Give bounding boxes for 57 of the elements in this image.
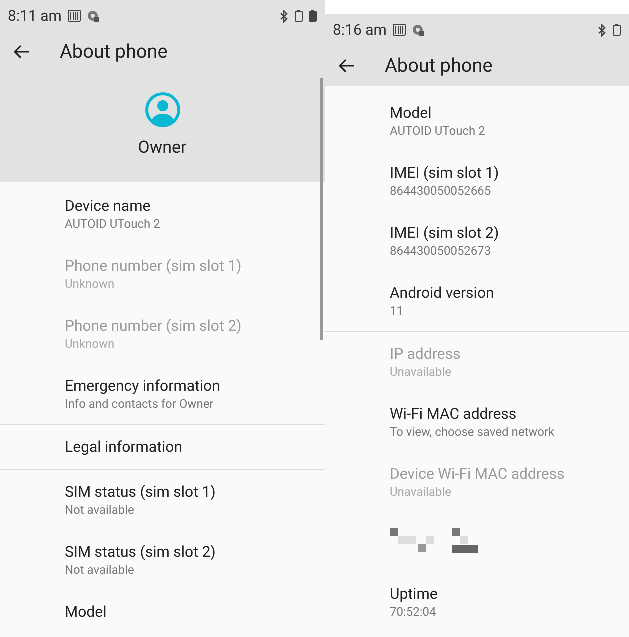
settings-item[interactable]: IMEI (sim slot 2) 864430050052673 (325, 211, 629, 271)
settings-item[interactable]: SIM status (sim slot 2) Not available (0, 530, 325, 590)
settings-item[interactable]: Emergency information Info and contacts for Owner (0, 364, 325, 424)
item-title: Phone number (sim slot 2) (65, 316, 243, 336)
item-summary: Not available (65, 562, 136, 578)
status-time: 8:16 am (333, 20, 387, 41)
bluetooth-icon (280, 10, 289, 22)
settings-item[interactable]: Device name AUTOID UTouch 2 (0, 184, 325, 244)
settings-item[interactable]: SIM status (sim slot 1) Not available (0, 470, 325, 530)
item-title: Wi-Fi MAC address (390, 404, 518, 424)
item-summary: Info and contacts for Owner (65, 396, 215, 412)
item-summary: AUTOID UTouch 2 (65, 216, 162, 232)
battery-icon (613, 24, 621, 36)
item-title: Android version (390, 284, 496, 302)
item-title: Emergency information (65, 376, 222, 396)
item-title: IMEI (sim slot 1) (390, 164, 500, 182)
sim-card-icon (392, 24, 406, 36)
item-title: SIM status (sim slot 2) (65, 542, 217, 562)
item-summary: 70:52:04 (390, 604, 438, 620)
page-title: About phone (385, 52, 493, 79)
settings-item[interactable]: Wi-Fi MAC address To view, choose saved network (325, 392, 629, 452)
item-title: Model (65, 602, 108, 622)
settings-item[interactable]: Model (0, 590, 325, 634)
settings-item[interactable]: Uptime 70:52:04 (325, 572, 629, 632)
item-summary: To view, choose saved network (390, 424, 556, 440)
battery-icon (295, 10, 303, 22)
bluetooth-icon (598, 24, 607, 36)
settings-item[interactable]: IMEI (sim slot 1) 864430050052665 (325, 151, 629, 211)
item-summary: Unknown (65, 276, 116, 292)
item-summary: 864430050052673 (390, 242, 492, 258)
back-arrow-icon[interactable] (339, 59, 355, 73)
status-time: 8:11 am (8, 6, 62, 27)
item-summary: Unknown (65, 336, 116, 352)
item-title: IMEI (sim slot 2) (390, 224, 500, 242)
item-title: Legal information (65, 438, 184, 456)
item-summary: AUTOID UTouch 2 (390, 122, 486, 138)
owner-name: Owner (138, 137, 187, 160)
item-summary: 864430050052665 (390, 182, 492, 198)
item-title: Device Wi-Fi MAC address (390, 464, 566, 484)
item-title: IP address (390, 344, 462, 364)
item-title: Device name (65, 196, 152, 216)
item-title: SIM status (sim slot 1) (65, 482, 217, 502)
back-arrow-icon[interactable] (14, 45, 30, 59)
item-summary: Unavailable (390, 364, 452, 380)
sim-card-icon (68, 10, 81, 22)
settings-item[interactable]: Legal information (0, 425, 325, 469)
item-title: Phone number (sim slot 1) (65, 256, 243, 276)
item-summary: 11 (390, 302, 404, 318)
item-title: Uptime (390, 584, 439, 604)
page-title: About phone (60, 38, 168, 65)
settings-item[interactable]: Android version 11 (325, 271, 629, 331)
item-summary: Unavailable (390, 484, 452, 500)
user-avatar-icon (144, 92, 180, 128)
battery-icon (309, 10, 317, 22)
settings-item[interactable]: Model AUTOID UTouch 2 (325, 91, 629, 151)
item-title: Model (390, 104, 433, 122)
item-summary: Not available (65, 502, 136, 518)
